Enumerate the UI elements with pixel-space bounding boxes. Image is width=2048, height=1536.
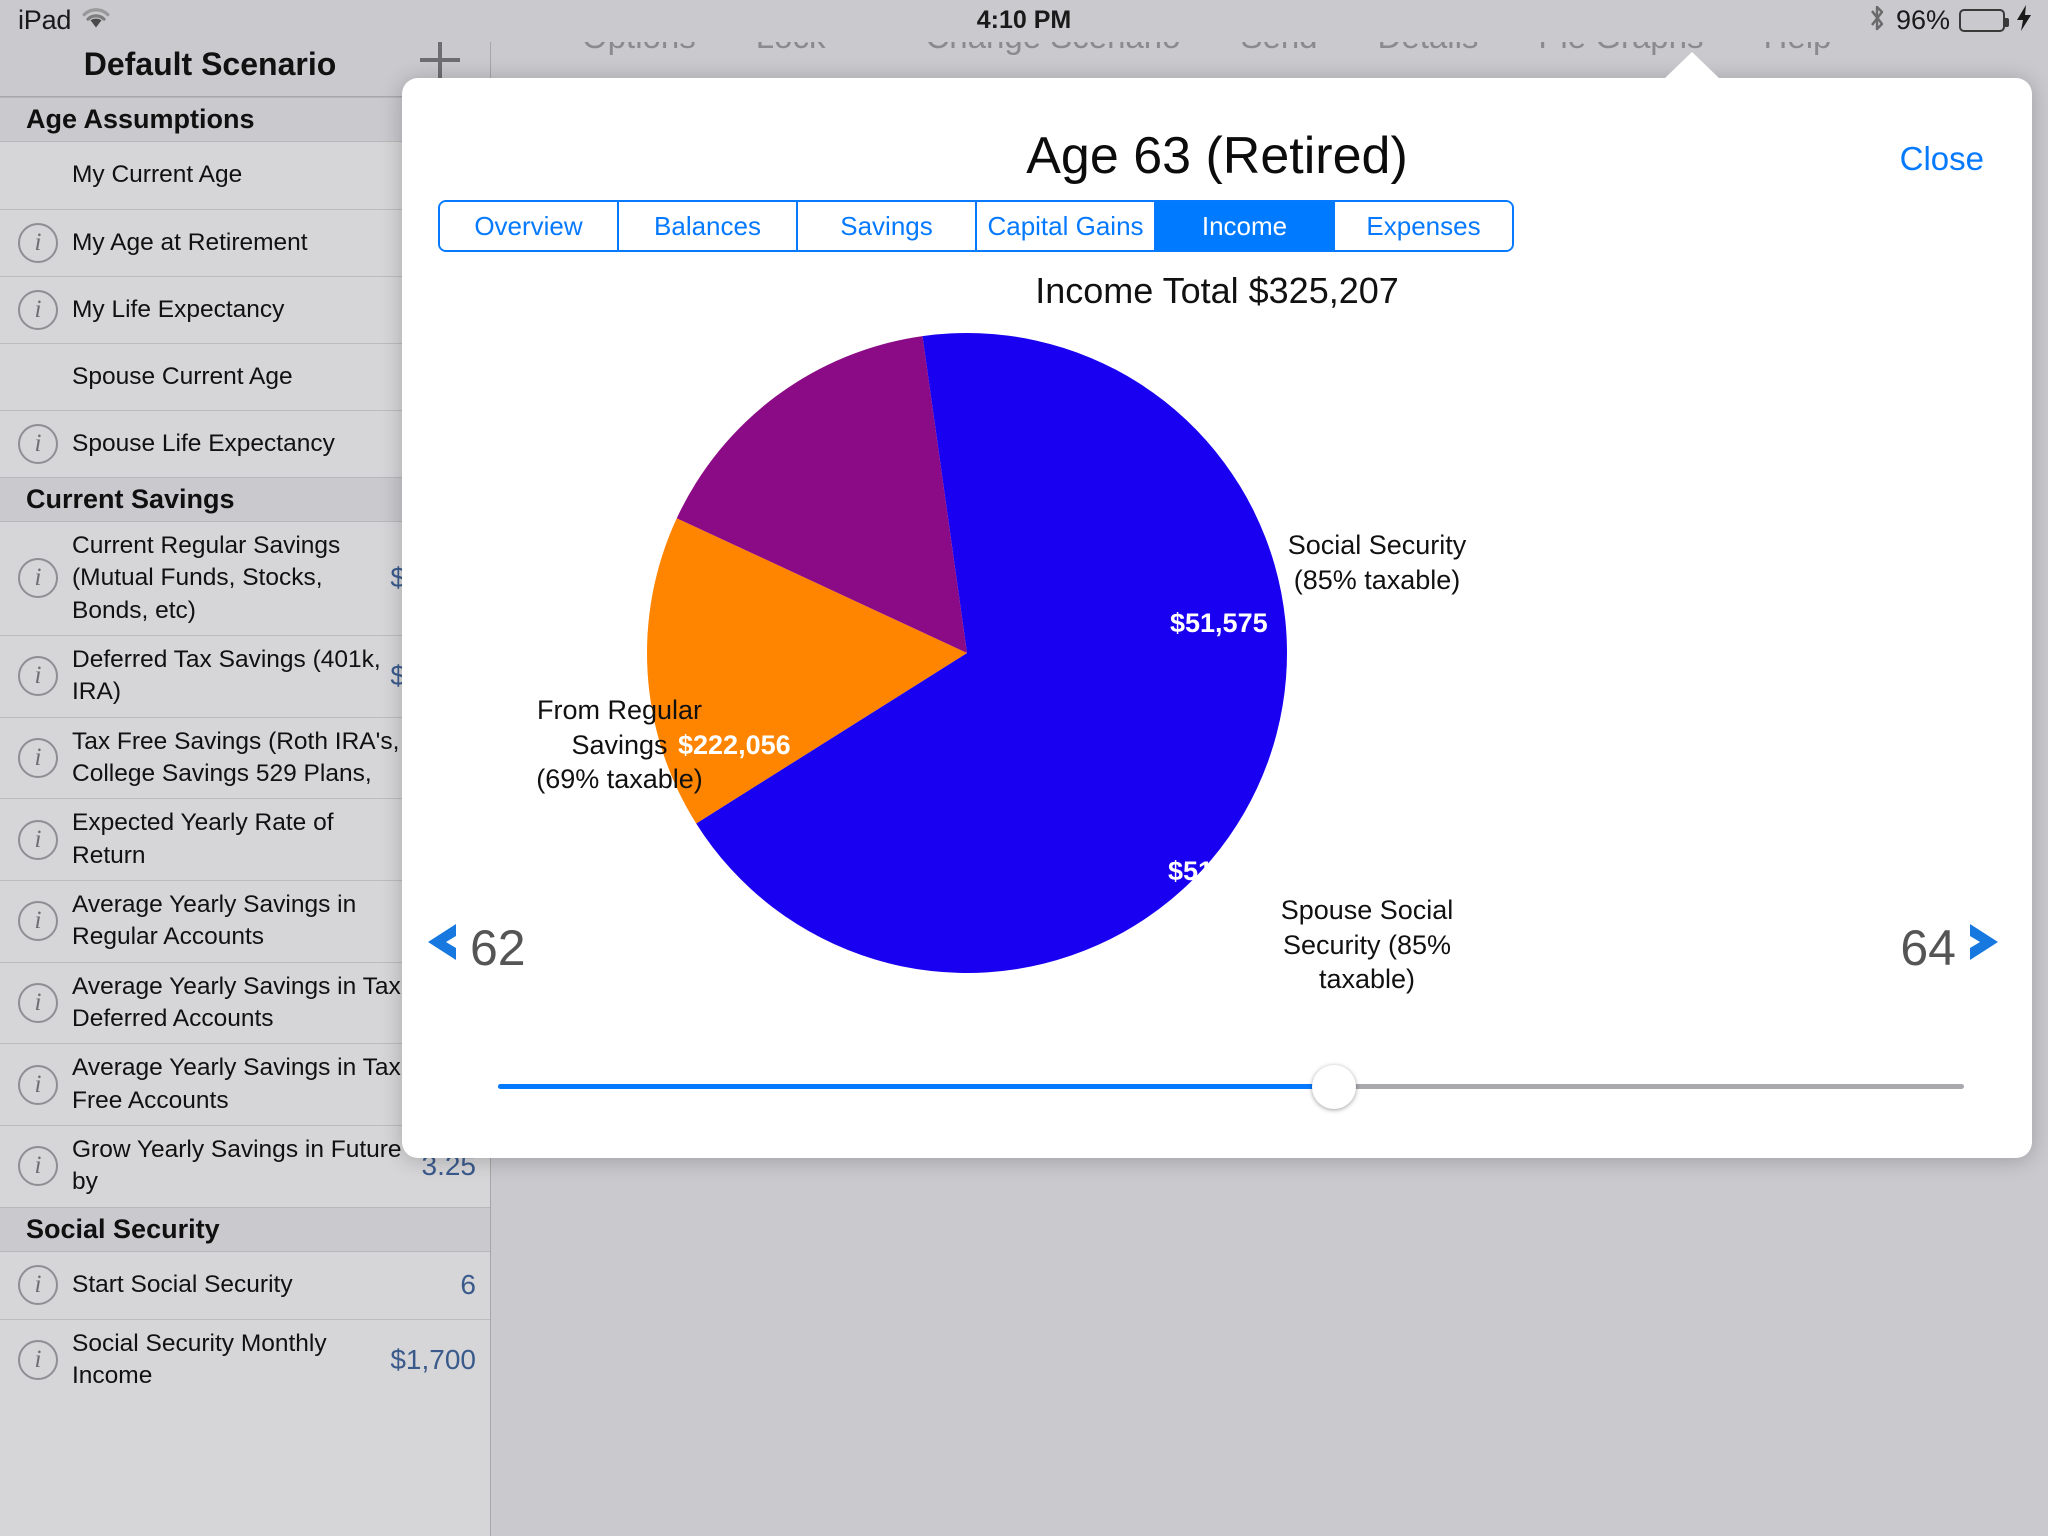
add-scenario-button[interactable] bbox=[420, 40, 460, 80]
info-icon[interactable]: i bbox=[18, 558, 58, 599]
info-icon[interactable]: i bbox=[18, 223, 58, 263]
battery-icon bbox=[1959, 9, 2009, 32]
tab-income[interactable]: Income bbox=[1156, 202, 1335, 250]
bluetooth-icon bbox=[1867, 4, 1887, 37]
info-icon[interactable]: i bbox=[18, 1146, 58, 1187]
list-item-label: Deferred Tax Savings (401k, IRA) bbox=[72, 645, 381, 706]
list-item-label: Current Regular Savings (Mutual Funds, S… bbox=[72, 532, 341, 624]
pie-value-spouse-social-security: $51,575 bbox=[1168, 856, 1266, 886]
list-item-label: Social Security Monthly Income bbox=[72, 1329, 327, 1389]
status-bar-clock: 4:10 PM bbox=[976, 6, 1072, 34]
previous-age-button[interactable]: 62 bbox=[412, 914, 526, 982]
info-icon[interactable]: i bbox=[18, 1265, 58, 1306]
lightning-bolt-icon bbox=[2016, 5, 2032, 36]
info-icon[interactable]: i bbox=[18, 982, 58, 1023]
list-item-label: Expected Yearly Rate of Return bbox=[72, 809, 334, 869]
pie-label-social-security: Social Security (85% taxable) bbox=[1287, 530, 1467, 595]
chevron-right-icon bbox=[1958, 914, 2014, 982]
income-pie-chart: From Regular Savings (69% taxable) Socia… bbox=[402, 318, 2032, 1018]
list-item-label: Start Social Security bbox=[72, 1270, 293, 1298]
tab-savings[interactable]: Savings bbox=[798, 202, 977, 250]
info-icon[interactable]: i bbox=[18, 656, 58, 697]
info-icon[interactable]: i bbox=[18, 819, 58, 860]
list-item-value: 6 bbox=[460, 1269, 476, 1301]
popover-caret bbox=[1664, 52, 1720, 79]
pie-label-spouse-social-security: Spouse Social Security (85% taxable) bbox=[1280, 895, 1454, 995]
section-header-social-security: Social Security bbox=[0, 1206, 490, 1252]
pie-graphs-popover: Age 63 (Retired) Close Overview Balances S… bbox=[402, 52, 2032, 1158]
list-item[interactable]: i Social Security Monthly Income $1,700 bbox=[0, 1318, 490, 1401]
close-button[interactable]: Close bbox=[1900, 140, 1984, 178]
next-age-label: 64 bbox=[1900, 920, 1956, 976]
age-slider[interactable] bbox=[498, 1065, 1964, 1109]
list-item-label: Average Yearly Savings in Tax Deferred A… bbox=[72, 972, 401, 1032]
battery-percent-label: 96% bbox=[1895, 5, 1950, 35]
status-bar-right: 96% bbox=[1867, 4, 2032, 37]
list-item-label: Average Yearly Savings in Tax Free Accou… bbox=[72, 1054, 401, 1114]
tab-expenses[interactable]: Expenses bbox=[1335, 202, 1512, 250]
info-icon[interactable]: i bbox=[18, 1339, 58, 1380]
next-age-button[interactable]: 64 bbox=[1900, 914, 2014, 982]
slider-track-fill bbox=[498, 1084, 1334, 1089]
list-item-label: Average Yearly Savings in Regular Accoun… bbox=[72, 890, 357, 951]
pie-value-social-security: $51,575 bbox=[1170, 608, 1268, 638]
info-icon[interactable]: i bbox=[18, 901, 58, 942]
pie-chart-svg bbox=[647, 333, 1287, 973]
info-icon[interactable]: i bbox=[18, 424, 58, 464]
popover-title: Age 63 (Retired) bbox=[1026, 127, 1408, 185]
list-item-value: $1,700 bbox=[390, 1343, 476, 1375]
chevron-left-icon bbox=[412, 914, 468, 982]
list-item-label: Grow Yearly Savings in Future by bbox=[72, 1135, 402, 1196]
info-icon[interactable]: i bbox=[18, 290, 58, 330]
category-tabs[interactable]: Overview Balances Savings Capital Gains Inco… bbox=[438, 200, 1514, 252]
tab-overview[interactable]: Overview bbox=[440, 202, 619, 250]
info-icon[interactable]: i bbox=[18, 737, 58, 778]
previous-age-label: 62 bbox=[470, 920, 526, 976]
slider-thumb[interactable] bbox=[1311, 1065, 1356, 1109]
pie-value-regular-savings: $222,056 bbox=[678, 730, 791, 760]
tab-balances[interactable]: Balances bbox=[619, 202, 798, 250]
ipad-screen: Default Scenario Age Assumptions My Curre… bbox=[0, 0, 2048, 1536]
list-item[interactable]: i Start Social Security 6 bbox=[0, 1251, 490, 1319]
status-bar: iPad 4:10 PM 96% bbox=[0, 0, 2048, 42]
tab-capital-gains[interactable]: Capital Gains bbox=[977, 202, 1156, 250]
info-icon[interactable]: i bbox=[18, 1064, 58, 1105]
